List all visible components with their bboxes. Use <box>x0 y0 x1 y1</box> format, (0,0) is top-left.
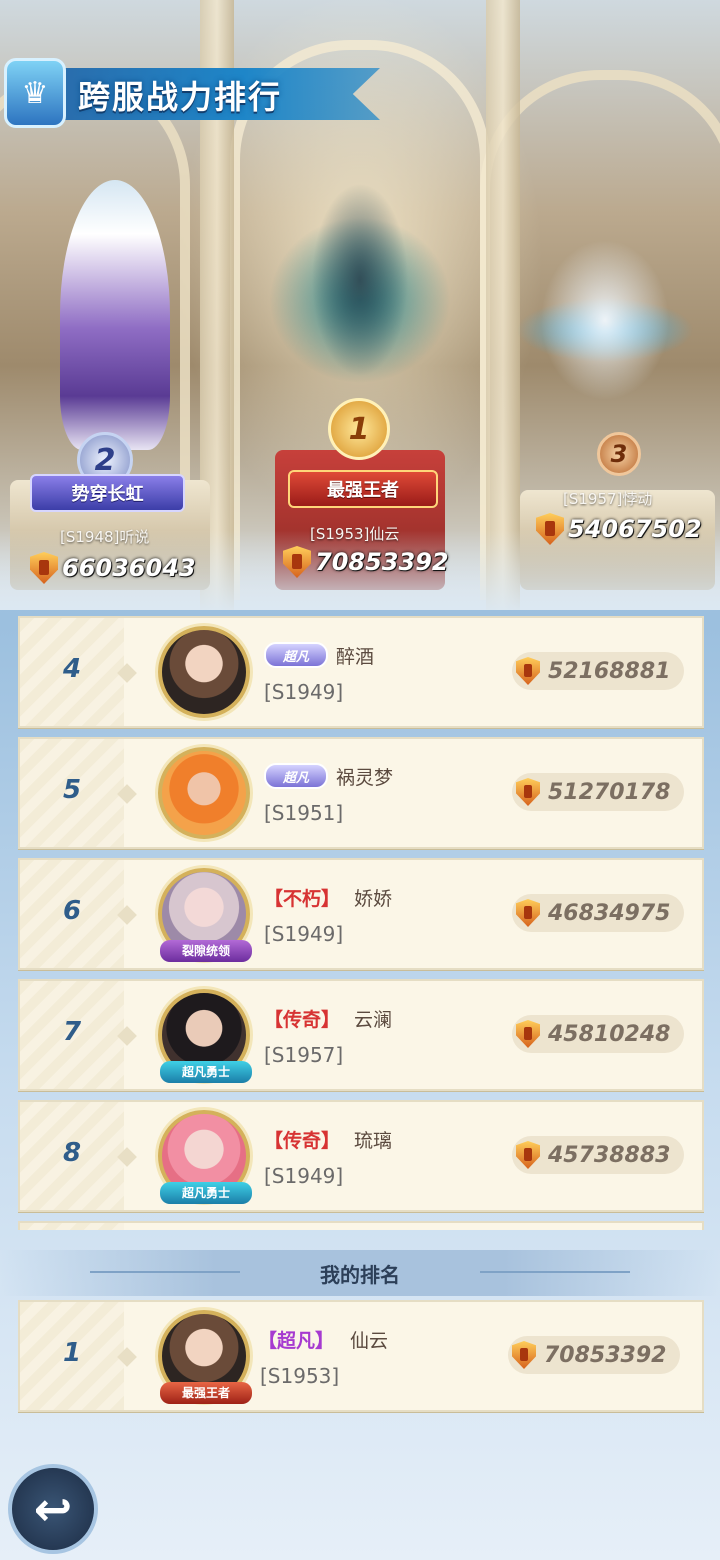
title-badge: 【传奇】 <box>264 1129 341 1152</box>
avatar-tag: 超凡勇士 <box>160 1061 252 1083</box>
shield-power-icon <box>516 778 540 806</box>
shield-power-icon <box>30 552 58 584</box>
list-item[interactable]: 6 裂隙统领 【不朽】 娇娇 [S1949] 46834975 <box>18 858 704 970</box>
crown-emblem-icon: ♛ <box>4 58 66 128</box>
power-pill: 46834975 <box>512 894 684 932</box>
shield-power-icon <box>512 1341 536 1369</box>
list-item[interactable]: 5 超凡 祸灵梦 [S1951] 51270178 <box>18 737 704 849</box>
server-id: [S1953] <box>260 1364 340 1388</box>
title-badge: 【超凡】 <box>258 1329 335 1352</box>
divider-line <box>90 1271 240 1273</box>
server-id: [S1949] <box>264 1164 344 1188</box>
power-value: 70853392 <box>544 1342 667 1368</box>
server-id: [S1957] <box>264 1043 344 1067</box>
shield-power-icon <box>516 657 540 685</box>
rank-3-character[interactable] <box>505 210 715 420</box>
podium-scene: ♛ 跨服战力排行 2 势穿长虹 [S1948]听说 66036043 1 最强王… <box>0 0 720 610</box>
shield-power-icon <box>536 513 564 545</box>
shield-power-icon <box>516 1141 540 1169</box>
power-pill: 51270178 <box>512 773 684 811</box>
power-value: 52168881 <box>548 658 671 684</box>
rank-1-title-plate: 最强王者 <box>288 470 438 508</box>
rank-1-name: [S1953]仙云 <box>310 525 400 543</box>
rank-number: 7 <box>62 1017 82 1047</box>
player-name: 祸灵梦 <box>336 767 394 789</box>
rank-number: 4 <box>62 654 82 684</box>
player-name: 云澜 <box>354 1009 393 1031</box>
rank-3-power: 54067502 <box>536 513 702 545</box>
my-rank-row[interactable]: 1 最强王者 【超凡】 仙云 [S1953] 70853392 <box>18 1300 704 1412</box>
server-id: [S1951] <box>264 801 344 825</box>
page-title: 跨服战力排行 <box>78 78 283 116</box>
avatar-tag: 最强王者 <box>160 1382 252 1404</box>
title-badge: 【传奇】 <box>264 1008 341 1031</box>
rank-cell <box>20 1223 124 1230</box>
player-name: 醉酒 <box>336 646 375 668</box>
rank-number: 8 <box>62 1138 82 1168</box>
list-item[interactable]: 4 超凡 醉酒 [S1949] 52168881 <box>18 616 704 728</box>
title-banner: ♛ 跨服战力排行 <box>0 58 390 128</box>
avatar-tag: 裂隙统领 <box>160 940 252 962</box>
rank-1-medal-icon: 1 <box>328 398 390 460</box>
avatar-tag: 超凡勇士 <box>160 1182 252 1204</box>
back-arrow-icon: ↩ <box>33 1482 73 1536</box>
shield-power-icon <box>516 899 540 927</box>
rank-3-name: [S1957]悖动 <box>563 490 653 508</box>
chaofan-badge: 超凡 <box>264 642 328 668</box>
back-button[interactable]: ↩ <box>8 1464 98 1554</box>
server-id: [S1949] <box>264 922 344 946</box>
power-value: 45810248 <box>548 1021 671 1047</box>
power-pill: 52168881 <box>512 652 684 690</box>
power-value: 51270178 <box>548 779 671 805</box>
rank-1-power-value: 70853392 <box>315 548 449 576</box>
ranking-list[interactable]: 4 超凡 醉酒 [S1949] 52168881 5 超凡 祸灵梦 [S1951… <box>0 610 720 1230</box>
title-badge: 【不朽】 <box>264 887 341 910</box>
player-name: 娇娇 <box>354 888 393 910</box>
list-item-partial[interactable] <box>18 1221 704 1230</box>
rank-number: 1 <box>62 1338 82 1368</box>
rank-1-character[interactable] <box>240 150 480 420</box>
power-value: 46834975 <box>548 900 671 926</box>
power-pill: 70853392 <box>508 1336 680 1374</box>
rank-3-medal-icon: 3 <box>597 432 641 476</box>
rank-2-title-plate: 势穿长虹 <box>30 474 185 512</box>
rank-3-power-value: 54067502 <box>568 515 702 543</box>
power-pill: 45738883 <box>512 1136 684 1174</box>
rank-number: 6 <box>62 896 82 926</box>
rank-2-character[interactable] <box>60 180 170 450</box>
my-rank-label: 我的排名 <box>320 1262 400 1287</box>
server-id: [S1949] <box>264 680 344 704</box>
player-name: 琉璃 <box>354 1130 393 1152</box>
power-value: 45738883 <box>548 1142 671 1168</box>
rank-2-power-value: 66036043 <box>62 554 196 582</box>
list-item[interactable]: 8 超凡勇士 【传奇】 琉璃 [S1949] 45738883 <box>18 1100 704 1212</box>
rank-2-power: 66036043 <box>30 552 196 584</box>
rank-number: 5 <box>62 775 82 805</box>
player-name: 仙云 <box>350 1330 389 1352</box>
avatar[interactable] <box>158 626 250 718</box>
list-item[interactable]: 7 超凡勇士 【传奇】 云澜 [S1957] 45810248 <box>18 979 704 1091</box>
shield-power-icon <box>283 546 311 578</box>
chaofan-badge: 超凡 <box>264 763 328 789</box>
shield-power-icon <box>516 1020 540 1048</box>
rank-1-power: 70853392 <box>283 546 449 578</box>
rank-2-name: [S1948]听说 <box>60 528 150 546</box>
power-pill: 45810248 <box>512 1015 684 1053</box>
avatar[interactable] <box>158 747 250 839</box>
divider-line <box>480 1271 630 1273</box>
my-rank-header: 我的排名 <box>0 1250 720 1296</box>
